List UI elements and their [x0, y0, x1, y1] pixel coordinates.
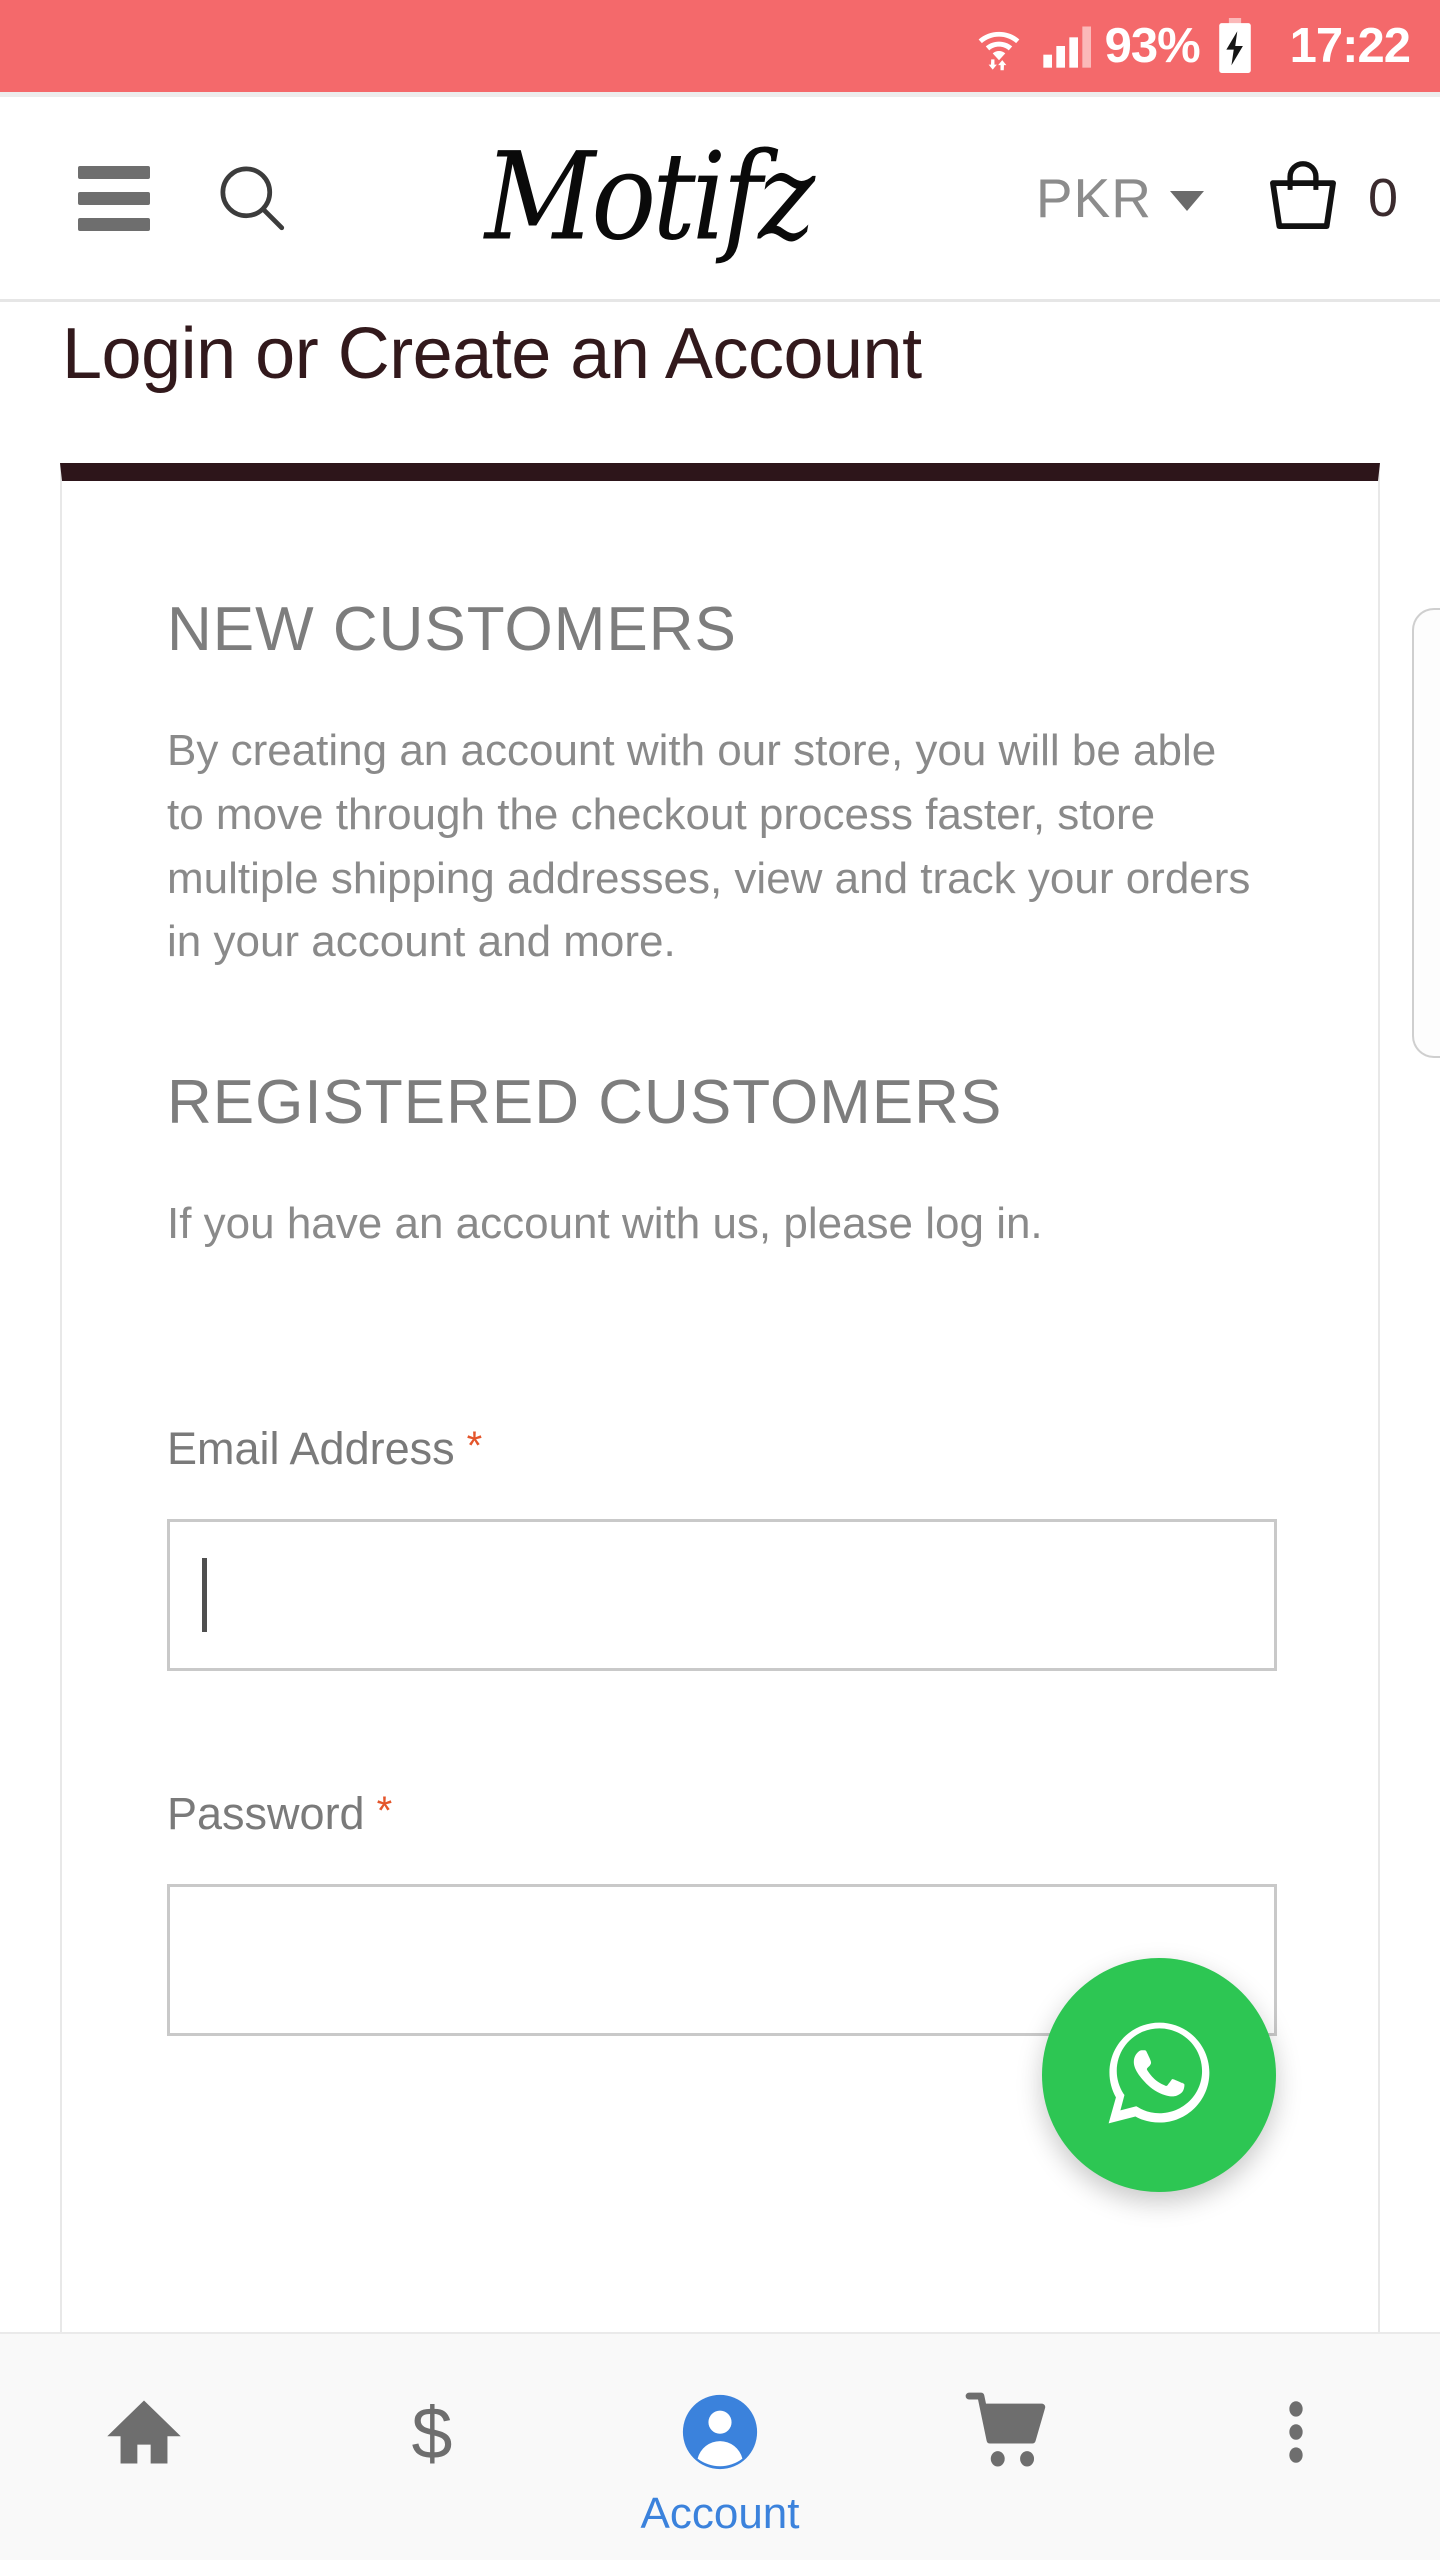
site-header: Motifz PKR 0 [0, 92, 1440, 302]
login-form: Email Address * Password * [167, 1426, 1378, 2036]
signal-bars-icon [1039, 20, 1091, 72]
email-input[interactable] [167, 1518, 1277, 1671]
battery-percent-text: 93% [1104, 18, 1201, 73]
logo-text: Motifz [484, 127, 815, 268]
whatsapp-chat-button[interactable] [1042, 1958, 1276, 2192]
svg-text:$: $ [412, 2391, 453, 2474]
page-title: Login or Create an Account [62, 314, 922, 394]
password-label-row: Password * [167, 1791, 1378, 1836]
cart-count: 0 [1367, 168, 1398, 228]
hamburger-menu-icon[interactable] [78, 165, 150, 231]
motifz-logo[interactable]: Motifz [260, 137, 1036, 258]
wifi-data-icon [973, 20, 1025, 72]
new-customers-body: By creating an account with our store, y… [167, 726, 1251, 967]
dollar-sign-icon: $ [390, 2386, 474, 2478]
currency-selector[interactable]: PKR [1035, 166, 1204, 229]
nav-item-more[interactable] [1152, 2334, 1440, 2478]
chevron-down-icon [1169, 191, 1204, 211]
header-right-group: PKR 0 [1036, 153, 1398, 244]
bottom-navigation: $ Account [0, 2332, 1440, 2560]
shopping-bag-icon [1260, 153, 1346, 244]
nav-item-account[interactable]: Account [576, 2334, 864, 2536]
registered-customers-heading: REGISTERED CUSTOMERS [167, 1068, 1003, 1138]
required-asterisk: * [466, 1423, 483, 1468]
account-person-icon [678, 2386, 762, 2478]
new-customers-heading: NEW CUSTOMERS [167, 595, 737, 664]
nav-item-currency[interactable]: $ [288, 2334, 576, 2478]
nav-label-account: Account [640, 2489, 800, 2538]
more-vertical-icon [1254, 2386, 1338, 2478]
clock-text: 17:22 [1289, 18, 1411, 73]
password-label: Password [167, 1787, 365, 1839]
whatsapp-icon [1094, 2008, 1224, 2143]
email-label: Email Address [167, 1422, 455, 1474]
email-label-row: Email Address * [167, 1426, 1378, 1471]
cart-button[interactable]: 0 [1260, 153, 1398, 244]
required-asterisk: * [376, 1788, 393, 1833]
nav-item-home[interactable] [0, 2334, 288, 2478]
text-caret [202, 1557, 207, 1632]
battery-charging-icon [1214, 18, 1256, 74]
email-field-group: Email Address * [167, 1426, 1378, 1671]
registered-customers-body: If you have an account with us, please l… [167, 1199, 1043, 1249]
currency-label: PKR [1035, 166, 1152, 229]
status-bar: 93% 17:22 [0, 0, 1440, 92]
nav-item-cart[interactable] [864, 2334, 1152, 2478]
shopping-cart-icon [964, 2386, 1052, 2478]
home-icon [102, 2386, 186, 2478]
side-panel-tab[interactable] [1412, 608, 1440, 1058]
